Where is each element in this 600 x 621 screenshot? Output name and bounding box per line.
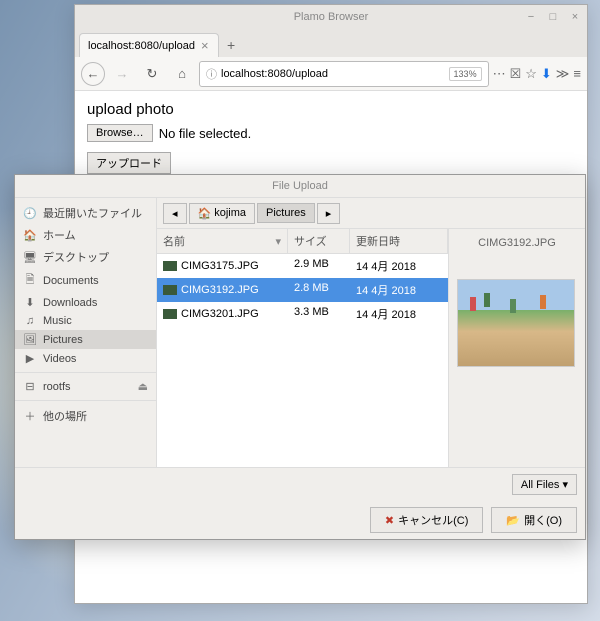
image-thumb-icon [163,285,177,295]
sidebar-item-rootfs[interactable]: ⊟ rootfs ⏏ [15,377,156,396]
image-thumb-icon [163,309,177,319]
maximize-icon[interactable]: □ [545,11,561,23]
sidebar-separator [15,372,156,373]
places-sidebar: 🕘 最近開いたファイル 🏠 ホーム 🖥 デスクトップ 🗎 Documents ⬇ Down… [15,198,157,467]
back-button[interactable]: ← [81,62,105,86]
file-list-header: 名前 ▾ サイズ 更新日時 [157,229,448,254]
plus-icon: ＋ [23,408,37,424]
more-icon[interactable]: ⋯ [493,66,506,82]
path-back-button[interactable]: ◂ [163,203,187,224]
sidebar-item-pictures[interactable]: 🖼 Pictures [15,330,156,349]
folder-open-icon: 📂 [506,514,520,527]
path-segment-home[interactable]: 🏠kojima [189,203,256,224]
file-row[interactable]: CIMG3175.JPG 2.9 MB 14 4月 2018 [157,254,448,278]
sidebar-item-desktop[interactable]: 🖥 デスクトップ [15,246,156,268]
file-row[interactable]: CIMG3201.JPG 3.3 MB 14 4月 2018 [157,302,448,326]
sidebar-label: Documents [43,275,99,287]
close-icon[interactable]: × [567,11,583,23]
file-list: 名前 ▾ サイズ 更新日時 CIMG3175.JPG 2.9 MB 14 4月 … [157,229,449,467]
image-thumb-icon [163,261,177,271]
tab-active[interactable]: localhost:8080/upload × [79,33,219,57]
menu-icon[interactable]: ≡ [573,66,581,81]
sidebar-label: Downloads [43,297,97,309]
sidebar-label: Videos [43,353,76,365]
column-name[interactable]: 名前 ▾ [157,229,288,253]
sidebar-item-other[interactable]: ＋ 他の場所 [15,405,156,427]
sidebar-separator [15,400,156,401]
dialog-title: File Upload [15,175,585,197]
nav-toolbar: ← → ↻ ⌂ ⓘ localhost:8080/upload 133% ⋯ ☒… [75,57,587,91]
open-button[interactable]: 📂開く(O) [491,507,577,533]
downloads-icon[interactable]: ⬇ [541,66,552,82]
reader-icon[interactable]: ☒ [510,66,522,82]
file-row-selected[interactable]: CIMG3192.JPG 2.8 MB 14 4月 2018 [157,278,448,302]
url-text: localhost:8080/upload [221,68,445,80]
sidebar-item-recent[interactable]: 🕘 最近開いたファイル [15,202,156,224]
preview-pane: CIMG3192.JPG [449,229,585,467]
path-bar: ◂ 🏠kojima Pictures ▸ [157,198,585,228]
sidebar-label: 他の場所 [43,408,87,424]
pictures-icon: 🖼 [23,333,37,346]
cancel-button[interactable]: ✖キャンセル(C) [370,507,484,533]
new-tab-button[interactable]: + [219,33,243,57]
file-upload-dialog: File Upload 🕘 最近開いたファイル 🏠 ホーム 🖥 デスクトップ 🗎 Doc… [14,174,586,540]
cancel-icon: ✖ [385,514,394,527]
desktop-icon: 🖥 [23,251,37,264]
upload-button[interactable]: アップロード [87,152,171,174]
file-filter-dropdown[interactable]: All Files ▾ [512,474,577,495]
path-segment-pictures[interactable]: Pictures [257,203,315,223]
clock-icon: 🕘 [23,207,37,220]
download-icon: ⬇ [23,296,37,309]
browser-titlebar: Plamo Browser − □ × [75,5,587,29]
music-icon: ♫ [23,315,37,327]
sidebar-label: 最近開いたファイル [43,205,142,221]
sidebar-label: rootfs [43,381,71,393]
preview-image [457,279,575,367]
home-button[interactable]: ⌂ [169,61,195,87]
path-forward-button[interactable]: ▸ [317,203,341,224]
bookmark-icon[interactable]: ☆ [525,66,537,82]
column-date[interactable]: 更新日時 [350,229,448,253]
sidebar-item-downloads[interactable]: ⬇ Downloads [15,293,156,312]
home-icon: 🏠 [198,207,212,220]
sidebar-label: Pictures [43,334,83,346]
tab-close-icon[interactable]: × [201,38,209,53]
tab-label: localhost:8080/upload [88,40,195,52]
sidebar-item-music[interactable]: ♫ Music [15,312,156,330]
column-size[interactable]: サイズ [288,229,350,253]
sort-indicator-icon: ▾ [275,235,281,248]
minimize-icon[interactable]: − [523,11,539,23]
info-icon[interactable]: ⓘ [206,66,217,82]
sidebar-label: デスクトップ [43,249,109,265]
sidebar-item-videos[interactable]: ▶ Videos [15,349,156,368]
browse-button[interactable]: Browse… [87,124,153,142]
videos-icon: ▶ [23,352,37,365]
sidebar-label: ホーム [43,227,76,243]
page-heading: upload photo [87,101,575,118]
dialog-footer: All Files ▾ ✖キャンセル(C) 📂開く(O) [15,467,585,539]
eject-icon[interactable]: ⏏ [138,380,148,393]
sidebar-item-documents[interactable]: 🗎 Documents [15,268,156,293]
preview-filename: CIMG3192.JPG [457,237,577,249]
tab-bar: localhost:8080/upload × + [75,29,587,57]
file-status-text: No file selected. [159,126,252,141]
window-title: Plamo Browser [294,11,369,23]
reload-button[interactable]: ↻ [139,61,165,87]
document-icon: 🗎 [23,271,37,290]
overflow-icon[interactable]: ≫ [556,66,570,82]
sidebar-item-home[interactable]: 🏠 ホーム [15,224,156,246]
url-bar[interactable]: ⓘ localhost:8080/upload 133% [199,61,489,87]
home-icon: 🏠 [23,229,37,242]
sidebar-label: Music [43,315,72,327]
drive-icon: ⊟ [23,380,37,393]
forward-button[interactable]: → [109,61,135,87]
zoom-badge[interactable]: 133% [449,67,482,81]
